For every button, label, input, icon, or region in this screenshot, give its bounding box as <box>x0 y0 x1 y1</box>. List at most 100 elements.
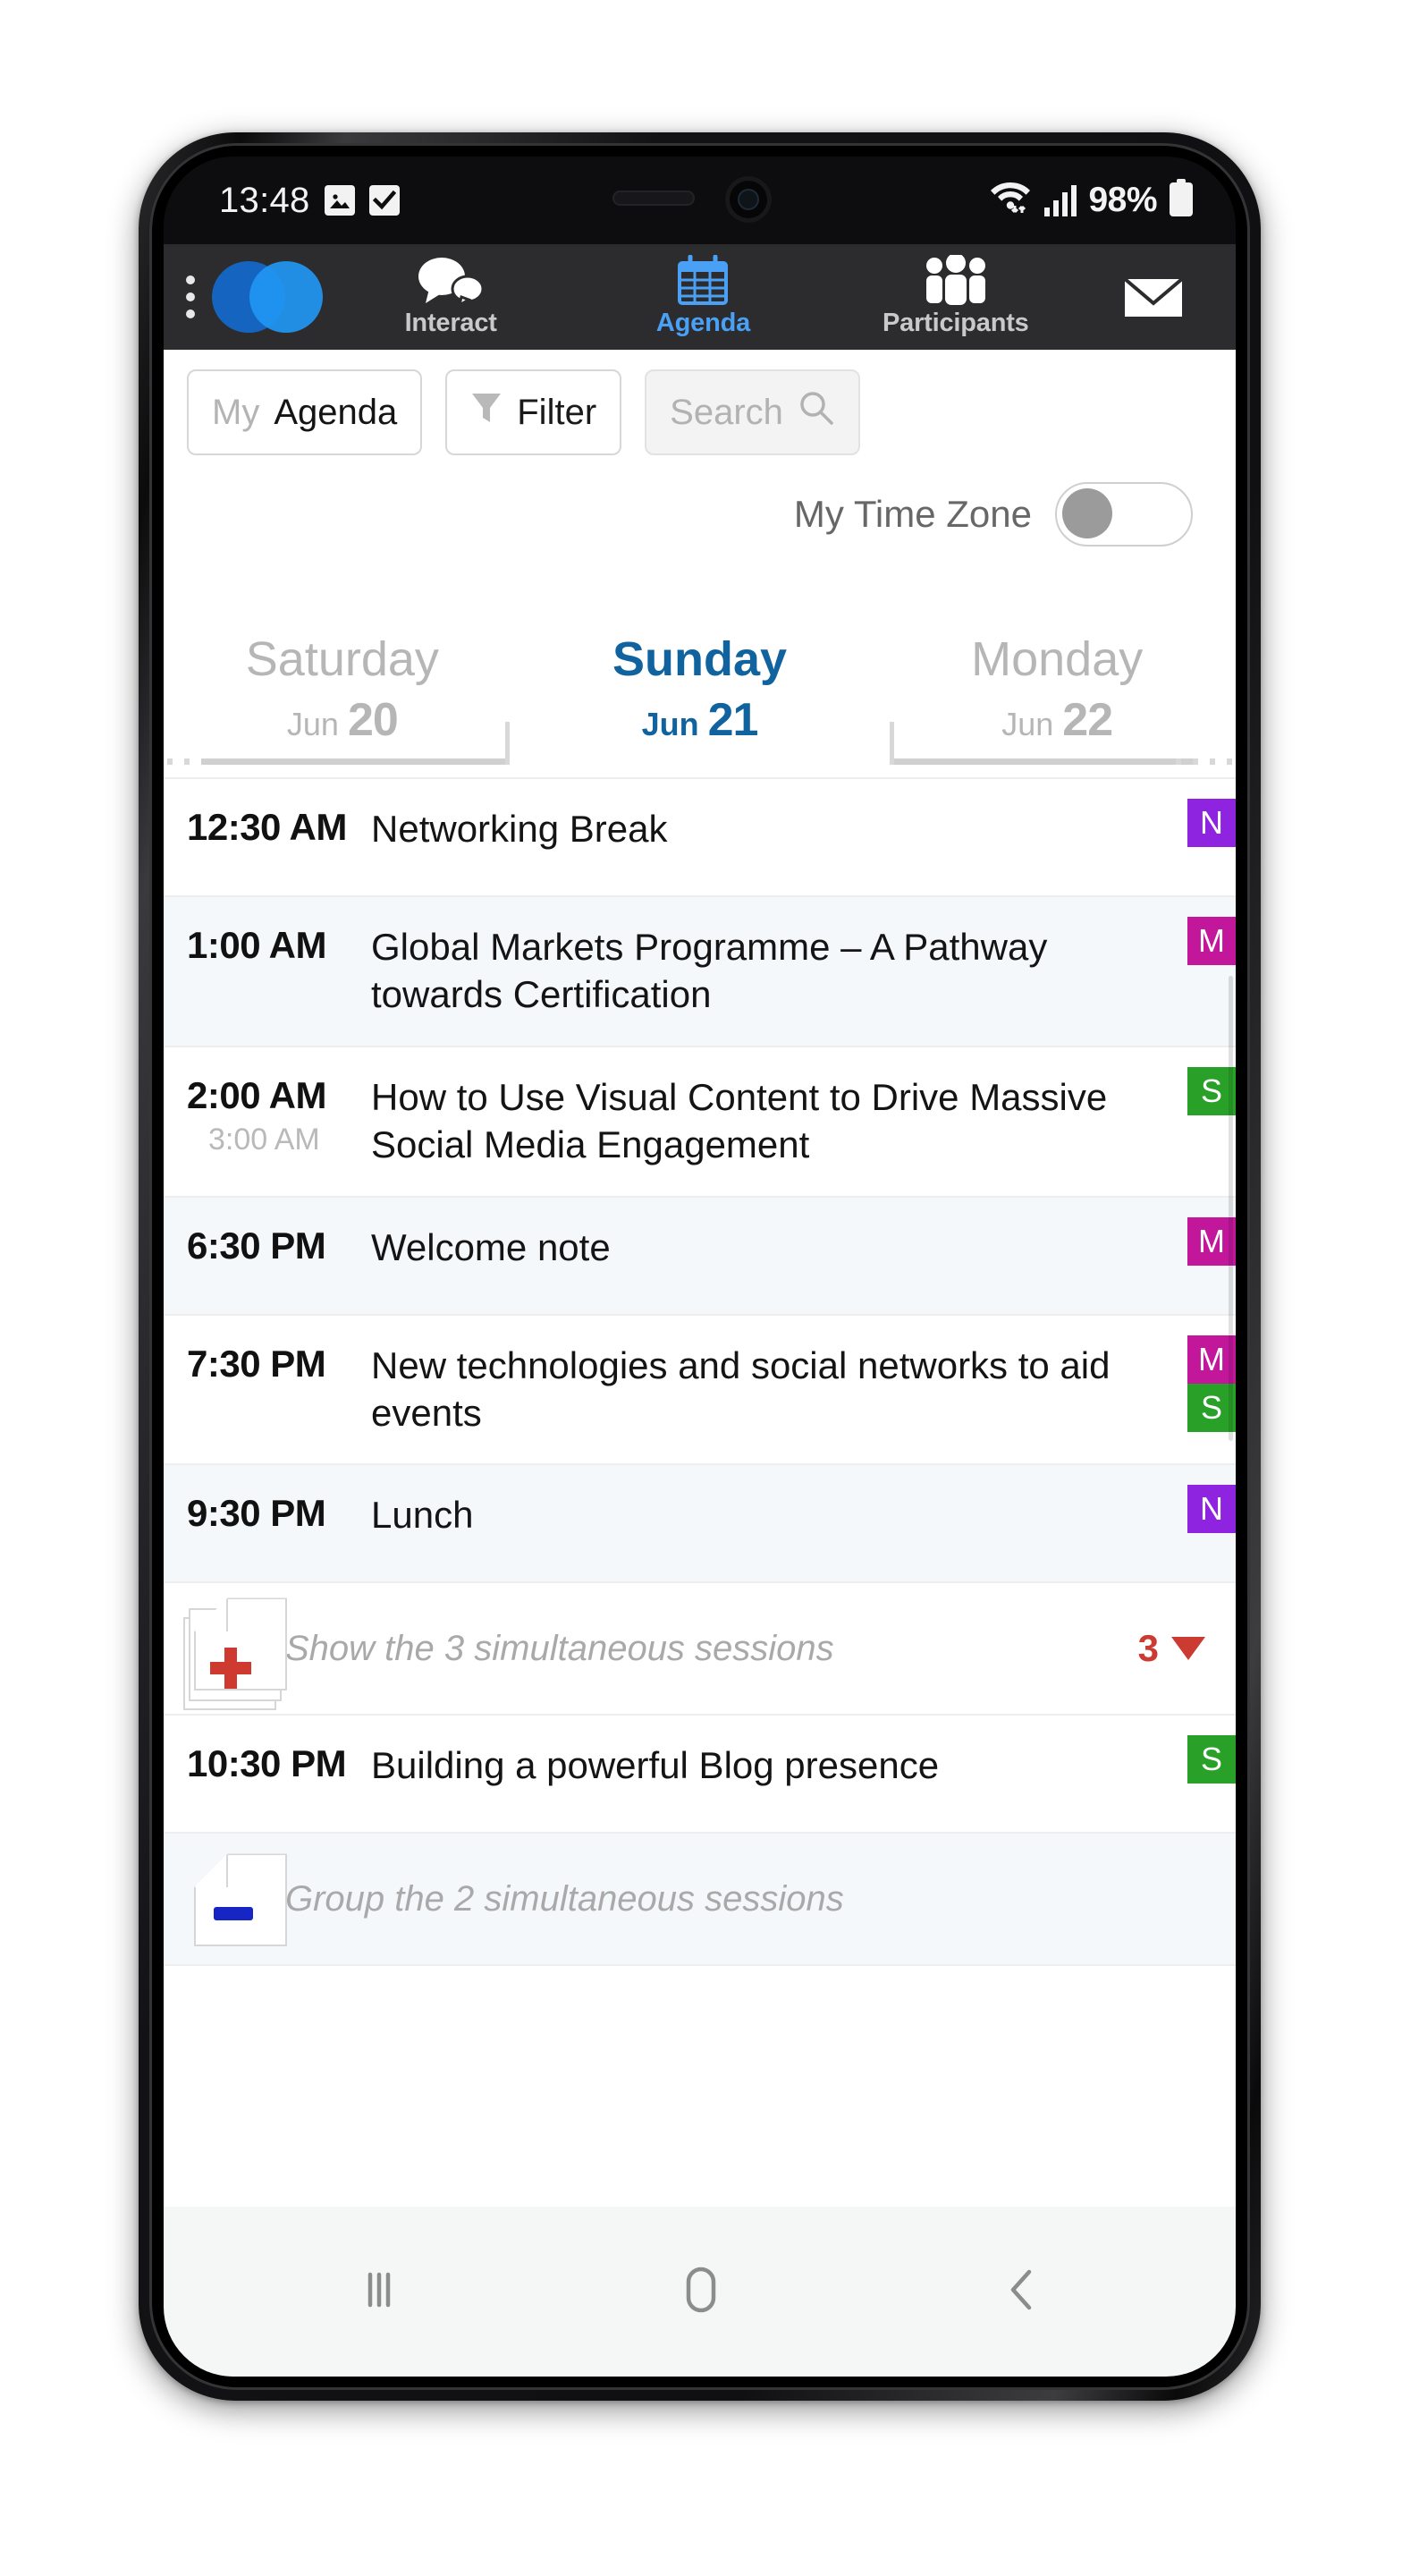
day-tab-sunday[interactable]: Sunday Jun 21 <box>521 634 879 747</box>
day-tab-monday[interactable]: Monday Jun 22 <box>878 634 1236 747</box>
table-row[interactable]: 10:30 PM Building a powerful Blog presen… <box>164 1716 1236 1835</box>
recents-icon[interactable] <box>352 2264 406 2320</box>
session-title: New technologies and social networks to … <box>371 1343 1111 1434</box>
scrollbar[interactable] <box>1229 976 1233 1441</box>
screenshot-stage: 13:48 98% Interact Agenda Participants M… <box>0 0 1402 2576</box>
day-name: Sunday <box>612 631 788 686</box>
calendar-icon <box>676 254 730 305</box>
chat-bubbles-icon <box>417 257 485 305</box>
group-simultaneous-label: Group the 2 simultaneous sessions <box>285 1878 844 1919</box>
group-simultaneous-sessions-row[interactable]: Group the 2 simultaneous sessions <box>164 1834 1236 1967</box>
chevron-down-icon <box>1171 1637 1205 1661</box>
rule-tick-left <box>505 722 510 765</box>
show-simultaneous-label: Show the 3 simultaneous sessions <box>285 1628 834 1668</box>
envelope-icon <box>1120 273 1187 321</box>
nav-item-mail[interactable] <box>1082 273 1225 321</box>
session-time: 2:00 AM 3:00 AM <box>164 1047 371 1157</box>
filter-label: Filter <box>517 392 597 432</box>
nav-item-agenda[interactable]: Agenda <box>577 254 829 338</box>
card-minus-icon <box>164 1834 287 1964</box>
table-row[interactable]: 12:30 AM Networking Break N <box>164 779 1236 897</box>
rule-bar-right <box>894 758 1198 765</box>
session-time: 1:00 AM <box>164 897 371 967</box>
simultaneous-count[interactable]: 3 <box>1138 1627 1236 1670</box>
battery-percentage: 98% <box>1088 181 1157 219</box>
session-title: Welcome note <box>371 1225 611 1268</box>
status-bar-left: 13:48 <box>219 181 400 221</box>
session-time: 12:30 AM <box>164 779 371 849</box>
nav-item-agenda-label: Agenda <box>655 308 751 337</box>
nav-item-participants[interactable]: Participants <box>830 254 1082 338</box>
show-simultaneous-sessions-row[interactable]: Show the 3 simultaneous sessions 3 <box>164 1583 1236 1716</box>
back-icon[interactable] <box>997 2263 1047 2321</box>
kebab-menu-icon[interactable] <box>171 275 210 318</box>
day-tabs: Saturday Jun 20 Sunday Jun 21 Monday Jun… <box>164 552 1236 747</box>
session-start-time: 7:30 PM <box>187 1342 326 1385</box>
session-start-time: 9:30 PM <box>187 1492 326 1535</box>
day-name: Monday <box>971 631 1144 686</box>
brand-logo[interactable] <box>210 258 325 335</box>
my-agenda-label: Agenda <box>274 392 398 432</box>
my-agenda-button[interactable]: My Agenda <box>187 369 423 455</box>
session-badges: M <box>1187 897 1236 965</box>
table-row[interactable]: 7:30 PM New technologies and social netw… <box>164 1315 1236 1466</box>
day-date: Jun 22 <box>878 693 1236 747</box>
simultaneous-count-value: 3 <box>1137 1627 1159 1670</box>
day-number: 21 <box>707 694 759 746</box>
session-time: 7:30 PM <box>164 1316 371 1385</box>
session-badges: N <box>1187 779 1236 847</box>
day-month: Jun <box>1001 706 1054 742</box>
day-name: Saturday <box>245 631 439 686</box>
session-time: 9:30 PM <box>164 1465 371 1535</box>
session-time: 10:30 PM <box>164 1716 371 1785</box>
nav-item-interact-label: Interact <box>404 308 497 337</box>
session-badges: N <box>1187 1465 1236 1534</box>
day-tab-saturday[interactable]: Saturday Jun 20 <box>164 634 521 747</box>
nav-item-participants-label: Participants <box>883 308 1029 337</box>
search-placeholder: Search <box>670 392 783 432</box>
session-start-time: 12:30 AM <box>187 806 347 848</box>
toggle-knob <box>1062 488 1112 538</box>
session-start-time: 10:30 PM <box>187 1742 347 1785</box>
signal-icon <box>1043 181 1077 221</box>
table-row[interactable]: 1:00 AM Global Markets Programme – A Pat… <box>164 897 1236 1047</box>
table-row[interactable]: 2:00 AM 3:00 AM How to Use Visual Conten… <box>164 1046 1236 1198</box>
table-row[interactable]: 9:30 PM Lunch N <box>164 1465 1236 1584</box>
session-title: Global Markets Programme – A Pathway tow… <box>371 926 1048 1015</box>
session-start-time: 2:00 AM <box>187 1073 327 1116</box>
status-badge: N <box>1187 799 1236 847</box>
search-input[interactable]: Search <box>645 369 860 455</box>
battery-icon <box>1168 178 1195 223</box>
status-badge: N <box>1187 1485 1236 1534</box>
magnifier-icon[interactable] <box>798 389 835 436</box>
checkbox-icon <box>368 185 400 216</box>
session-start-time: 1:00 AM <box>187 924 327 966</box>
earpiece-speaker <box>612 191 695 206</box>
session-title: How to Use Visual Content to Drive Massi… <box>371 1075 1108 1165</box>
stacked-cards-plus-icon <box>164 1583 287 1714</box>
time-zone-row: My Time Zone <box>164 471 1236 552</box>
time-zone-toggle[interactable] <box>1055 482 1193 547</box>
agenda-screen: My Agenda Filter Search My Time Zone Sat… <box>164 350 1236 2207</box>
day-month: Jun <box>641 706 699 742</box>
table-row[interactable]: 6:30 PM Welcome note M <box>164 1197 1236 1316</box>
session-end-time: 3:00 AM <box>208 1122 320 1157</box>
day-date: Jun 20 <box>164 693 521 747</box>
filter-button[interactable]: Filter <box>445 369 622 455</box>
people-icon <box>918 254 993 305</box>
rule-dots-right <box>1176 758 1232 765</box>
day-date: Jun 21 <box>521 693 879 747</box>
session-time: 6:30 PM <box>164 1198 371 1267</box>
rule-bar-left <box>201 758 505 765</box>
home-icon[interactable] <box>675 2262 727 2322</box>
session-title: Networking Break <box>371 808 668 850</box>
session-title: Building a powerful Blog presence <box>371 1744 940 1787</box>
my-agenda-prefix: My <box>212 392 260 432</box>
funnel-icon <box>470 390 503 435</box>
session-start-time: 6:30 PM <box>187 1224 326 1267</box>
day-number: 20 <box>347 694 399 746</box>
session-title: Lunch <box>371 1494 474 1537</box>
nav-item-interact[interactable]: Interact <box>325 257 577 338</box>
app-top-nav: Interact Agenda Participants <box>164 244 1236 350</box>
agenda-list: 12:30 AM Networking Break N 1:00 AM Glob… <box>164 777 1236 1967</box>
